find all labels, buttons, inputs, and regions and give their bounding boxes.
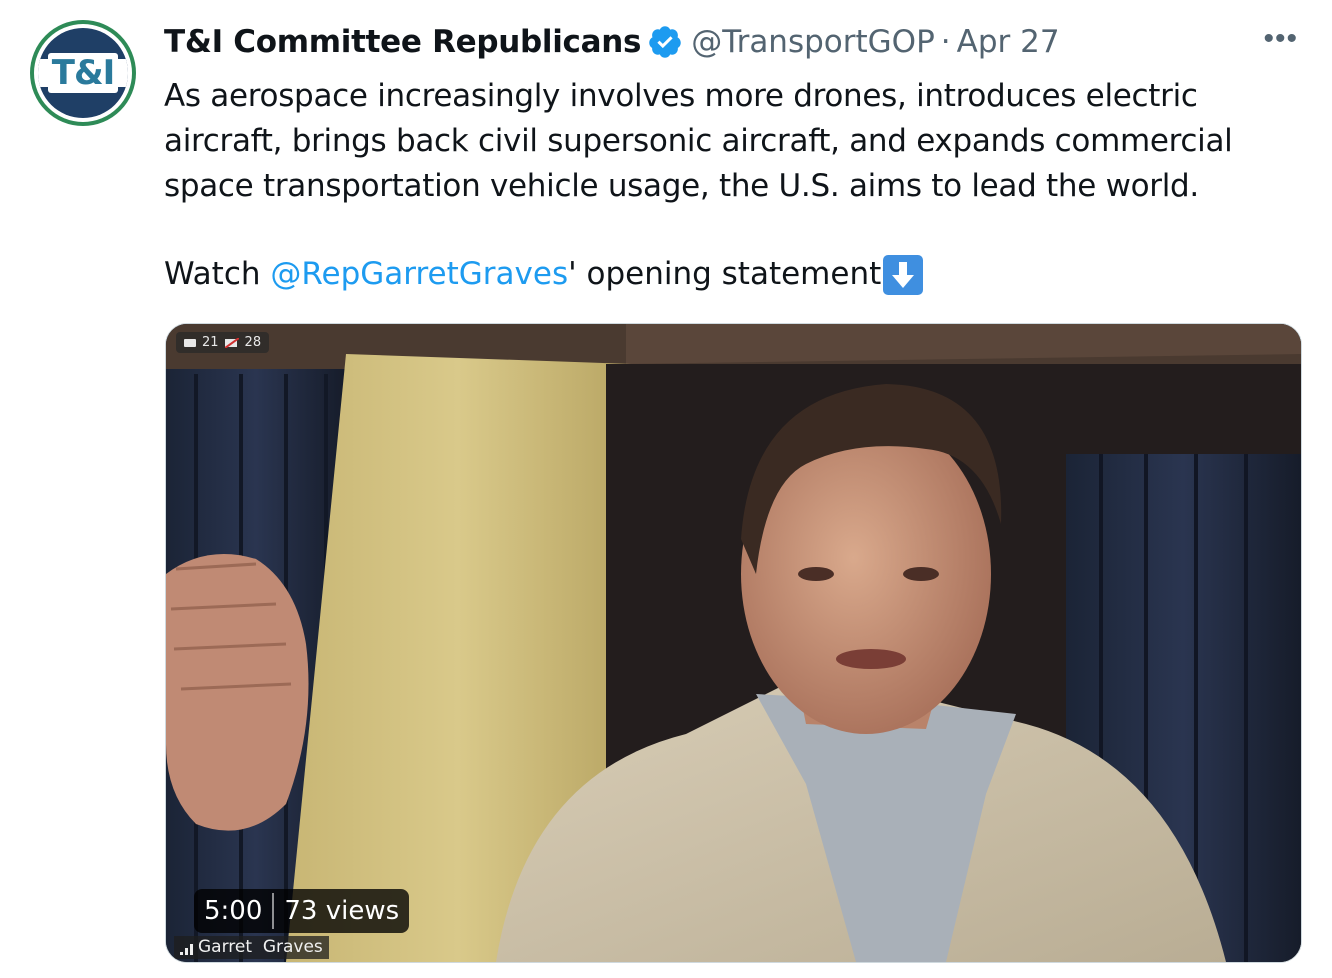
signal-icon bbox=[180, 941, 193, 955]
avatar-ring: T&I bbox=[34, 24, 132, 122]
down-arrow-emoji-icon bbox=[883, 254, 924, 295]
tweet-date[interactable]: Apr 27 bbox=[957, 24, 1060, 60]
watch-prefix: Watch bbox=[164, 256, 271, 292]
video-frame bbox=[166, 324, 1301, 962]
video-views: 73 views bbox=[284, 896, 400, 926]
camera-off-count: 28 bbox=[244, 335, 262, 350]
more-options-icon[interactable]: ••• bbox=[1263, 24, 1298, 54]
avatar-logo: T&I bbox=[38, 28, 128, 118]
video-player[interactable]: 21 28 5:00 73 views Garret Graves bbox=[165, 323, 1302, 963]
verified-badge-icon bbox=[649, 26, 681, 58]
video-badges: 5:00 73 views bbox=[194, 889, 410, 933]
video-duration: 5:00 bbox=[204, 896, 263, 926]
author-handle[interactable]: @TransportGOP bbox=[691, 24, 935, 60]
camera-icon bbox=[184, 338, 196, 347]
mention-link[interactable]: @RepGarretGraves bbox=[270, 252, 568, 297]
tweet-card[interactable]: T&I T&I Committee Republicans @Transport… bbox=[0, 0, 1332, 978]
avatar[interactable]: T&I bbox=[30, 20, 136, 126]
watch-suffix: ' opening statement bbox=[568, 256, 882, 292]
camera-count: 21 bbox=[202, 335, 219, 350]
participant-name: Garret Graves bbox=[198, 937, 323, 957]
separator-dot: · bbox=[940, 24, 951, 60]
watch-line: Watch @RepGarretGraves ' opening stateme… bbox=[164, 252, 924, 297]
camera-stats: 21 28 bbox=[176, 332, 270, 353]
participant-label: Garret Graves bbox=[174, 936, 329, 959]
display-name[interactable]: T&I Committee Republicans bbox=[164, 24, 641, 60]
avatar-logo-text: T&I bbox=[47, 53, 119, 93]
tweet-header: T&I Committee Republicans @TransportGOP … bbox=[164, 20, 1312, 64]
camera-off-icon bbox=[224, 337, 239, 348]
tweet-text: As aerospace increasingly involves more … bbox=[164, 78, 1233, 204]
